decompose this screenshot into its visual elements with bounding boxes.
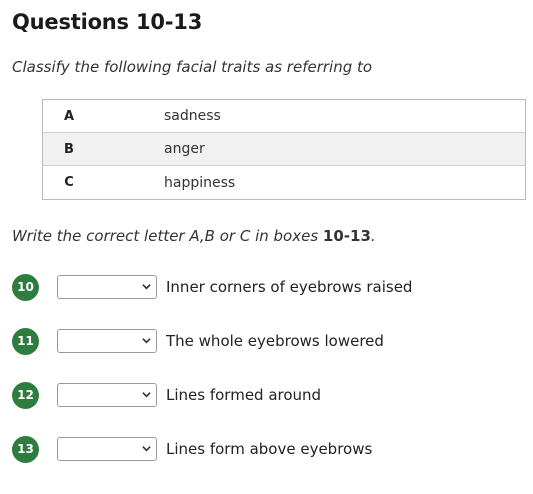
question-text: Lines formed around (166, 386, 322, 404)
option-row-a: A sadness (43, 100, 525, 133)
chevron-down-icon (142, 392, 151, 398)
answer-dropdown-12[interactable] (57, 383, 157, 407)
question-text: The whole eyebrows lowered (166, 332, 384, 350)
classify-instruction: Classify the following facial traits as … (12, 58, 373, 76)
question-row-10: 10 Inner corners of eyebrows raised (12, 273, 412, 301)
option-text: happiness (164, 174, 236, 191)
chevron-down-icon (142, 284, 151, 290)
question-number-badge: 13 (12, 435, 39, 463)
option-text: anger (164, 141, 205, 157)
question-number-badge: 10 (12, 273, 39, 301)
option-letter: C (64, 175, 74, 190)
answer-dropdown-10[interactable] (57, 275, 157, 299)
answer-dropdown-11[interactable] (57, 329, 157, 353)
chevron-down-icon (142, 446, 151, 452)
write-instruction: Write the correct letter A,B or C in box… (12, 227, 376, 245)
question-row-11: 11 The whole eyebrows lowered (12, 327, 384, 355)
chevron-down-icon (142, 338, 151, 344)
option-row-c: C happiness (43, 166, 525, 199)
options-table: A sadness B anger C happiness (42, 99, 526, 200)
option-letter: A (63, 108, 75, 124)
write-instruction-range: 10-13 (322, 227, 371, 245)
answer-dropdown-13[interactable] (57, 437, 157, 461)
option-text: sadness (164, 108, 221, 124)
question-number-badge: 12 (12, 381, 39, 409)
question-text: Inner corners of eyebrows raised (166, 278, 413, 296)
write-instruction-prefix: Write the correct letter A,B or C in box… (12, 227, 323, 245)
question-text: Lines form above eyebrows (166, 440, 373, 458)
write-instruction-suffix: . (370, 227, 376, 245)
option-row-b: B anger (43, 133, 525, 166)
question-row-13: 13 Lines form above eyebrows (12, 435, 372, 463)
option-letter: B (64, 141, 74, 157)
question-number-badge: 11 (12, 327, 39, 355)
page-title: Questions 10-13 (12, 10, 203, 34)
question-row-12: 12 Lines formed around (12, 381, 321, 409)
